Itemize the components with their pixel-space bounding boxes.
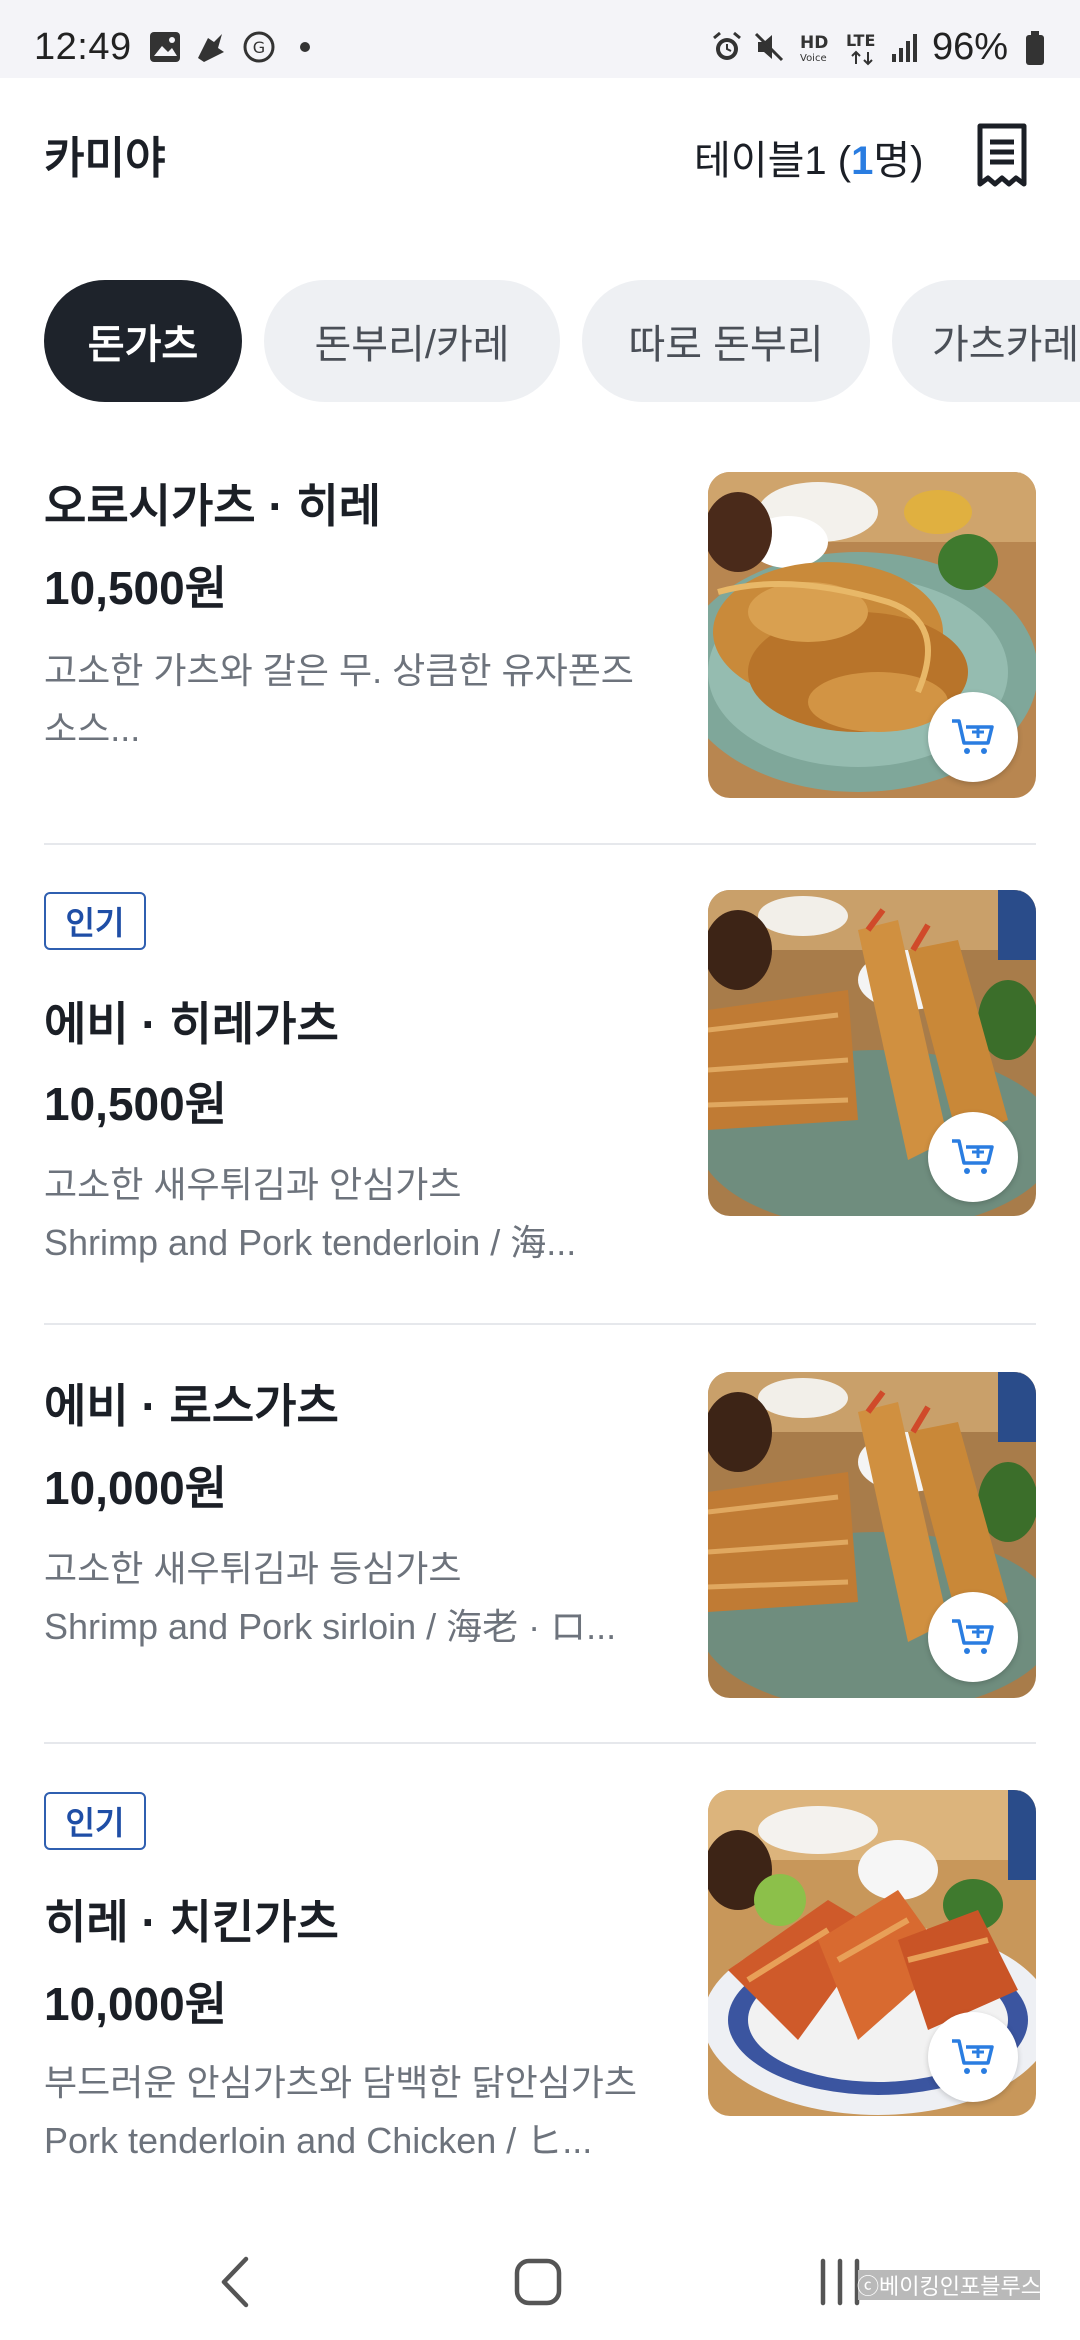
- svg-text:HD: HD: [800, 33, 828, 53]
- signal-icon: [892, 34, 917, 62]
- cart-plus-icon: [952, 1619, 994, 1654]
- item-description-line: 부드러운 안심가츠와 담백한 닭안심가츠: [44, 2062, 638, 2103]
- item-name: 에비 · 로스가츠: [44, 1380, 339, 1432]
- tab-separate-donburi[interactable]: 따로 돈부리: [582, 280, 870, 402]
- mute-icon: [754, 32, 784, 62]
- cart-plus-icon: [952, 1139, 994, 1174]
- svg-text:LTE: LTE: [846, 31, 875, 50]
- app-icon: G: [243, 31, 275, 63]
- lte-icon: LTE: [846, 31, 875, 66]
- divider: [44, 843, 1036, 845]
- cart-plus-icon: [952, 719, 994, 754]
- guest-count: 1: [851, 139, 874, 183]
- item-description-line: 고소한 가츠와 갈은 무. 상큼한 유자폰즈: [44, 650, 634, 691]
- divider: [44, 1323, 1036, 1325]
- dot-icon: [300, 42, 310, 52]
- home-icon: [514, 2258, 562, 2306]
- tab-donkatsu[interactable]: 돈가츠: [44, 280, 242, 402]
- table-suffix: 명): [873, 139, 924, 183]
- item-name: 에비 · 히레가츠: [44, 998, 339, 1050]
- item-description: 부드러운 안심가츠와 담백한 닭안심가츠 Pork tenderloin and…: [44, 2054, 674, 2170]
- add-to-cart-button[interactable]: [928, 1592, 1018, 1682]
- svg-text:Voice: Voice: [800, 53, 827, 64]
- item-description: 고소한 새우튀김과 안심가츠 Shrimp and Pork tenderloi…: [44, 1156, 674, 1272]
- add-to-cart-button[interactable]: [928, 2012, 1018, 2102]
- item-price: 10,500원: [44, 562, 228, 614]
- status-time: 12:49: [34, 26, 132, 68]
- status-bar: 12:49 G HD Voice LTE 96%: [0, 0, 1080, 78]
- menu-item[interactable]: 에비 · 로스가츠 10,000원 고소한 새우튀김과 등심가츠 Shrimp …: [0, 1370, 1080, 1742]
- add-to-cart-button[interactable]: [928, 692, 1018, 782]
- back-icon: [221, 2256, 249, 2308]
- popular-badge: 인기: [44, 892, 146, 950]
- item-name: 히레 · 치킨가츠: [44, 1896, 339, 1948]
- alarm-icon: [713, 31, 741, 60]
- divider: [44, 1742, 1036, 1744]
- item-description-line: Pork tenderloin and Chicken / ヒ...: [44, 2120, 593, 2161]
- app-icon: [198, 34, 224, 62]
- item-description: 고소한 새우튀김과 등심가츠 Shrimp and Pork sirloin /…: [44, 1540, 674, 1656]
- popular-badge: 인기: [44, 1792, 146, 1850]
- item-description-line: 고소한 새우튀김과 안심가츠: [44, 1164, 462, 1205]
- tab-katsu-curry[interactable]: 가츠카레: [892, 280, 1080, 402]
- item-price: 10,000원: [44, 1978, 228, 2030]
- item-description: 고소한 가츠와 갈은 무. 상큼한 유자폰즈 소스...: [44, 642, 674, 758]
- menu-item[interactable]: 오로시가츠 · 히레 10,500원 고소한 가츠와 갈은 무. 상큼한 유자폰…: [0, 470, 1080, 842]
- item-description-line: Shrimp and Pork tenderloin / 海...: [44, 1222, 577, 1263]
- table-info: 테이블1 (1명): [694, 128, 923, 186]
- svg-text:G: G: [253, 38, 265, 57]
- gallery-icon: [150, 32, 180, 62]
- battery-percent: 96%: [932, 26, 1009, 68]
- receipt-icon: [977, 123, 1027, 187]
- item-price: 10,000원: [44, 1462, 228, 1514]
- app-header: 카미야 테이블1 (1명): [0, 78, 1080, 228]
- hd-voice-icon: HD Voice: [800, 33, 828, 64]
- add-to-cart-button[interactable]: [928, 1112, 1018, 1202]
- menu-item[interactable]: 인기 에비 · 히레가츠 10,500원 고소한 새우튀김과 안심가츠 Shri…: [0, 890, 1080, 1320]
- cart-plus-icon: [952, 2039, 994, 2074]
- back-button[interactable]: [196, 2242, 276, 2322]
- tab-donburi-curry[interactable]: 돈부리/카레: [264, 280, 560, 402]
- store-name: 카미야: [44, 134, 166, 183]
- item-description-line: Shrimp and Pork sirloin / 海老 · ロ...: [44, 1606, 617, 1647]
- item-description-line: 소스...: [44, 708, 141, 749]
- item-description-line: 고소한 새우튀김과 등심가츠: [44, 1548, 462, 1589]
- category-tabs: 돈가츠 돈부리/카레 따로 돈부리 가츠카레: [0, 280, 1080, 406]
- menu-item[interactable]: 인기 히레 · 치킨가츠 10,000원 부드러운 안심가츠와 담백한 닭안심가…: [0, 1790, 1080, 2210]
- order-history-button[interactable]: [972, 122, 1032, 188]
- battery-icon: [1026, 31, 1044, 65]
- watermark: ⓒ베이킹인포블루스: [857, 2270, 1041, 2300]
- table-label: 테이블1 (: [694, 139, 852, 183]
- item-name: 오로시가츠 · 히레: [44, 480, 382, 532]
- home-button[interactable]: [498, 2242, 578, 2322]
- item-price: 10,500원: [44, 1078, 228, 1130]
